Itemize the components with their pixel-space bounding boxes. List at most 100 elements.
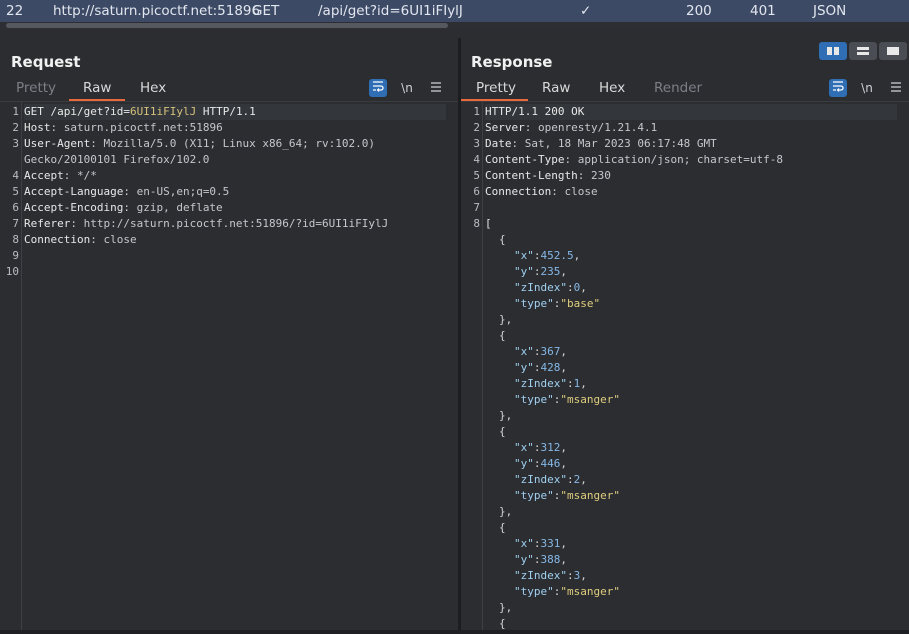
response-newline-toggle[interactable]: \n: [858, 79, 876, 97]
history-url: /api/get?id=6UI1iFIylJ: [318, 3, 463, 19]
request-newline-toggle[interactable]: \n: [398, 79, 416, 97]
header-value: : */*: [63, 169, 97, 182]
layout-top-bottom-icon[interactable]: [849, 42, 877, 60]
json-property: "x":312,: [514, 441, 567, 454]
request-id-param: 6UI1iFIylJ: [129, 105, 197, 118]
json-value: 312: [540, 441, 561, 454]
history-hscroll-thumb[interactable]: [6, 23, 448, 28]
history-params-check-icon: ✓: [580, 3, 592, 19]
history-host: http://saturn.picoctf.net:51896: [53, 3, 261, 19]
json-object-open: {: [499, 329, 506, 342]
history-row-selected[interactable]: 22 http://saturn.picoctf.net:51896 GET /…: [0, 0, 909, 22]
json-key: "y": [514, 553, 534, 566]
header-value: : saturn.picoctf.net:51896: [50, 121, 223, 134]
line-number: 3: [12, 137, 19, 150]
request-title: Request: [11, 53, 81, 71]
json-value: 446: [540, 457, 561, 470]
json-value: 428: [540, 361, 561, 374]
header-value: : http://saturn.picoctf.net:51896/?id=6U…: [70, 217, 389, 230]
json-key: "y": [514, 265, 534, 278]
layout-tabs-icon[interactable]: [879, 42, 907, 60]
response-tab-hex[interactable]: Hex: [599, 80, 625, 96]
history-id: 22: [6, 3, 24, 19]
json-key: "y": [514, 457, 534, 470]
header-line: Accept-Language: en-US,en;q=0.5: [24, 184, 229, 200]
json-property: "x":367,: [514, 345, 567, 358]
json-object-close: },: [499, 313, 513, 326]
json-property: "x":331,: [514, 537, 567, 550]
header-key: Accept-Language: [24, 185, 124, 198]
header-value: : close: [551, 185, 598, 198]
json-value: "msanger": [560, 585, 620, 598]
json-key: "zIndex": [514, 281, 567, 294]
request-tab-pretty[interactable]: Pretty: [16, 80, 56, 96]
json-key: "x": [514, 249, 534, 262]
line-number: 8: [12, 233, 19, 246]
request-method: GET: [24, 105, 44, 118]
json-key: "zIndex": [514, 569, 567, 582]
header-key: User-Agent: [24, 137, 91, 150]
json-property: "y":235,: [514, 265, 567, 278]
header-line: Accept-Encoding: gzip, deflate: [24, 200, 223, 216]
bottom-scrollbar[interactable]: [0, 630, 909, 634]
response-tab-pretty[interactable]: Pretty: [476, 80, 516, 96]
json-key: "type": [514, 393, 554, 406]
panel-top-strip: [0, 30, 909, 38]
json-key: "zIndex": [514, 473, 567, 486]
json-property: "zIndex":1,: [514, 377, 587, 390]
header-key: Referer: [24, 217, 71, 230]
json-key: "type": [514, 489, 554, 502]
history-method: GET: [252, 3, 280, 19]
line-number: 1: [473, 105, 480, 118]
layout-side-by-side-icon[interactable]: [819, 42, 847, 60]
response-tab-render[interactable]: Render: [654, 80, 702, 96]
request-tabs: Pretty Raw Hex: [0, 80, 458, 100]
json-object-close: },: [499, 601, 513, 614]
json-property: "y":388,: [514, 553, 567, 566]
header-value: : application/json; charset=utf-8: [564, 153, 784, 166]
request-editor[interactable]: 1 2 3 4 5 6 7 8 9 10 GET /api/get?id=6UI…: [0, 102, 458, 634]
header-line: Referer: http://saturn.picoctf.net:51896…: [24, 216, 388, 232]
json-value: 367: [540, 345, 561, 358]
json-property: "y":428,: [514, 361, 567, 374]
header-key: Host: [24, 121, 51, 134]
line-number: 1: [12, 105, 19, 118]
json-object-close: },: [499, 409, 513, 422]
header-value: Gecko/20100101 Firefox/102.0: [24, 153, 210, 166]
request-tab-hex[interactable]: Hex: [140, 80, 166, 96]
json-key: "type": [514, 585, 554, 598]
history-length: 401: [750, 3, 776, 19]
json-bracket: [: [485, 217, 492, 230]
request-line: GET /api/get?id=6UI1iFIylJ HTTP/1.1: [24, 104, 446, 120]
response-status: HTTP/1.1 200 OK: [485, 105, 585, 118]
line-number: 2: [12, 121, 19, 134]
json-value: "msanger": [560, 489, 620, 502]
request-tab-raw[interactable]: Raw: [83, 80, 111, 96]
json-property: "zIndex":3,: [514, 569, 587, 582]
json-property: "type":"msanger": [514, 489, 620, 502]
json-key: "x": [514, 441, 534, 454]
request-protocol: HTTP/1.1: [196, 105, 256, 118]
request-line-numbers: 1 2 3 4 5 6 7 8 9 10: [0, 102, 22, 634]
json-key: "type": [514, 297, 554, 310]
request-wrap-lines-icon[interactable]: [369, 79, 387, 97]
json-array-open: [: [485, 216, 492, 232]
json-property: "type":"msanger": [514, 585, 620, 598]
response-tab-raw[interactable]: Raw: [542, 80, 570, 96]
response-title: Response: [471, 53, 553, 71]
response-pane: Response Pretty Raw Hex Render \n 1 2 3 …: [461, 38, 909, 634]
response-wrap-lines-icon[interactable]: [829, 79, 847, 97]
request-code: GET /api/get?id=6UI1iFIylJ HTTP/1.1 Host…: [24, 102, 458, 634]
header-key: Server: [485, 121, 525, 134]
line-number: 4: [473, 153, 480, 166]
json-value: 452.5: [540, 249, 574, 262]
json-value: "base": [560, 297, 601, 310]
request-path: /api/get?id=: [43, 105, 130, 118]
header-line: Date: Sat, 18 Mar 2023 06:17:48 GMT: [485, 136, 717, 152]
status-line: HTTP/1.1 200 OK: [485, 104, 897, 120]
response-menu-icon[interactable]: [887, 79, 905, 97]
line-number: 8: [473, 217, 480, 230]
request-menu-icon[interactable]: [427, 79, 445, 97]
response-editor[interactable]: 1 2 3 4 5 6 7 8 HTTP/1.1 200 OK Server: …: [461, 102, 909, 634]
json-value: 235: [540, 265, 561, 278]
